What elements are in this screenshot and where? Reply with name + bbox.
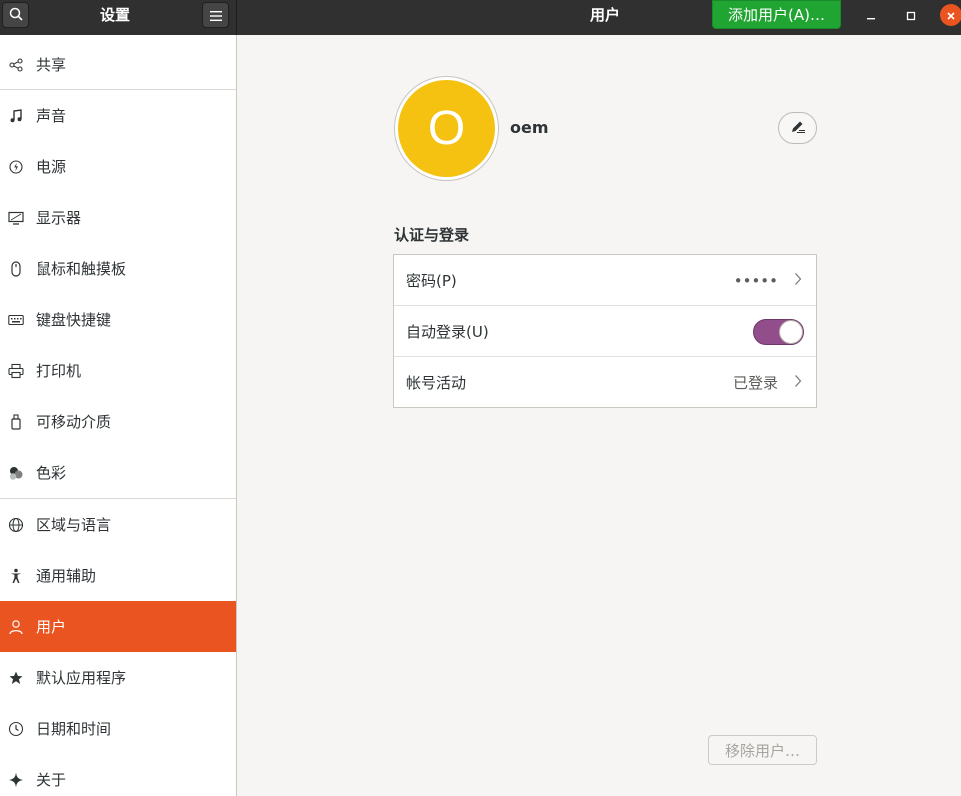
switch-knob <box>779 319 803 344</box>
password-value: ••••• <box>733 271 778 290</box>
users-panel: O oem 认证与登录 密码(P) ••••• 自动登录(U) 帐号活动 已登录… <box>237 35 961 796</box>
search-icon <box>9 6 23 25</box>
account-activity-value: 已登录 <box>732 374 778 392</box>
sidebar: 共享 声音 电源 显示器 鼠标和触摸板 键盘快捷键 打印机 可移动介质 色彩 区… <box>0 35 237 796</box>
sparkle-icon <box>8 772 24 788</box>
sidebar-item-label: 用户 <box>36 618 67 636</box>
add-user-button[interactable]: 添加用户(A)… <box>712 0 841 29</box>
sidebar-item-label: 默认应用程序 <box>36 669 127 687</box>
page-title: 用户 <box>590 6 621 24</box>
chevron-right-icon <box>794 272 802 290</box>
sidebar-item-power[interactable]: 电源 <box>0 141 236 192</box>
search-button[interactable] <box>2 2 29 28</box>
autologin-label: 自动登录(U) <box>406 323 489 341</box>
sidebar-item-date-time[interactable]: 日期和时间 <box>0 703 236 754</box>
clock-icon <box>8 721 24 737</box>
header-bar: 设置 用户 添加用户(A)… <box>0 0 961 35</box>
sidebar-item-keyboard[interactable]: 键盘快捷键 <box>0 294 236 345</box>
sidebar-item-label: 通用辅助 <box>36 567 97 585</box>
sidebar-item-label: 打印机 <box>36 362 82 380</box>
hamburger-menu-icon <box>209 6 222 25</box>
sidebar-item-removable-media[interactable]: 可移动介质 <box>0 396 236 447</box>
music-note-icon <box>8 108 24 124</box>
mouse-icon <box>8 260 24 277</box>
auth-list: 密码(P) ••••• 自动登录(U) 帐号活动 已登录 <box>393 254 817 408</box>
star-icon <box>8 670 24 686</box>
sidebar-item-default-apps[interactable]: 默认应用程序 <box>0 652 236 703</box>
sidebar-item-label: 键盘快捷键 <box>36 311 112 329</box>
sidebar-item-mouse[interactable]: 鼠标和触摸板 <box>0 243 236 294</box>
share-icon <box>8 57 24 73</box>
removable-media-icon <box>8 413 24 430</box>
password-label: 密码(P) <box>406 272 457 290</box>
sidebar-item-accessibility[interactable]: 通用辅助 <box>0 550 236 601</box>
menu-button[interactable] <box>202 2 229 28</box>
sidebar-item-printers[interactable]: 打印机 <box>0 345 236 396</box>
autologin-row: 自动登录(U) <box>394 306 816 357</box>
sidebar-item-label: 可移动介质 <box>36 413 112 431</box>
display-icon <box>8 210 24 226</box>
sidebar-item-label: 区域与语言 <box>36 516 112 534</box>
maximize-button[interactable] <box>900 4 922 26</box>
sidebar-header: 设置 <box>0 0 237 35</box>
sidebar-item-sound[interactable]: 声音 <box>0 90 236 141</box>
close-button[interactable] <box>940 4 961 26</box>
close-icon <box>946 6 956 25</box>
sidebar-item-about[interactable]: 关于 <box>0 754 236 796</box>
keyboard-icon <box>8 312 24 328</box>
sidebar-item-label: 电源 <box>36 158 67 176</box>
sidebar-item-color[interactable]: 色彩 <box>0 447 236 498</box>
sidebar-item-label: 显示器 <box>36 209 82 227</box>
power-icon <box>8 159 24 175</box>
maximize-icon <box>906 6 916 25</box>
sidebar-item-label: 关于 <box>36 771 67 789</box>
sidebar-item-label: 日期和时间 <box>36 720 112 738</box>
chevron-right-icon <box>794 374 802 392</box>
minimize-button[interactable] <box>860 4 882 26</box>
globe-icon <box>8 517 24 533</box>
sidebar-item-label: 共享 <box>36 56 67 74</box>
sidebar-item-users[interactable]: 用户 <box>0 601 236 652</box>
accessibility-icon <box>8 568 24 584</box>
pencil-icon <box>790 119 806 138</box>
sidebar-item-displays[interactable]: 显示器 <box>0 192 236 243</box>
username-label: oem <box>510 118 549 137</box>
auth-section-title: 认证与登录 <box>394 226 470 244</box>
account-activity-row[interactable]: 帐号活动 已登录 <box>394 357 816 408</box>
settings-title: 设置 <box>100 6 131 24</box>
account-activity-label: 帐号活动 <box>406 374 467 392</box>
sidebar-item-label: 鼠标和触摸板 <box>36 260 127 278</box>
sidebar-item-label: 色彩 <box>36 464 67 482</box>
sidebar-item-sharing[interactable]: 共享 <box>0 39 236 90</box>
avatar: O <box>398 80 495 177</box>
edit-username-button[interactable] <box>778 112 817 144</box>
sidebar-item-region-language[interactable]: 区域与语言 <box>0 499 236 550</box>
password-row[interactable]: 密码(P) ••••• <box>394 255 816 306</box>
user-icon <box>8 619 24 635</box>
sidebar-item-label: 声音 <box>36 107 67 125</box>
color-icon <box>8 465 24 481</box>
minimize-icon <box>866 6 876 25</box>
avatar-button[interactable]: O <box>394 76 499 181</box>
autologin-switch[interactable] <box>753 318 804 345</box>
printer-icon <box>8 363 24 379</box>
remove-user-button[interactable]: 移除用户… <box>708 735 817 765</box>
